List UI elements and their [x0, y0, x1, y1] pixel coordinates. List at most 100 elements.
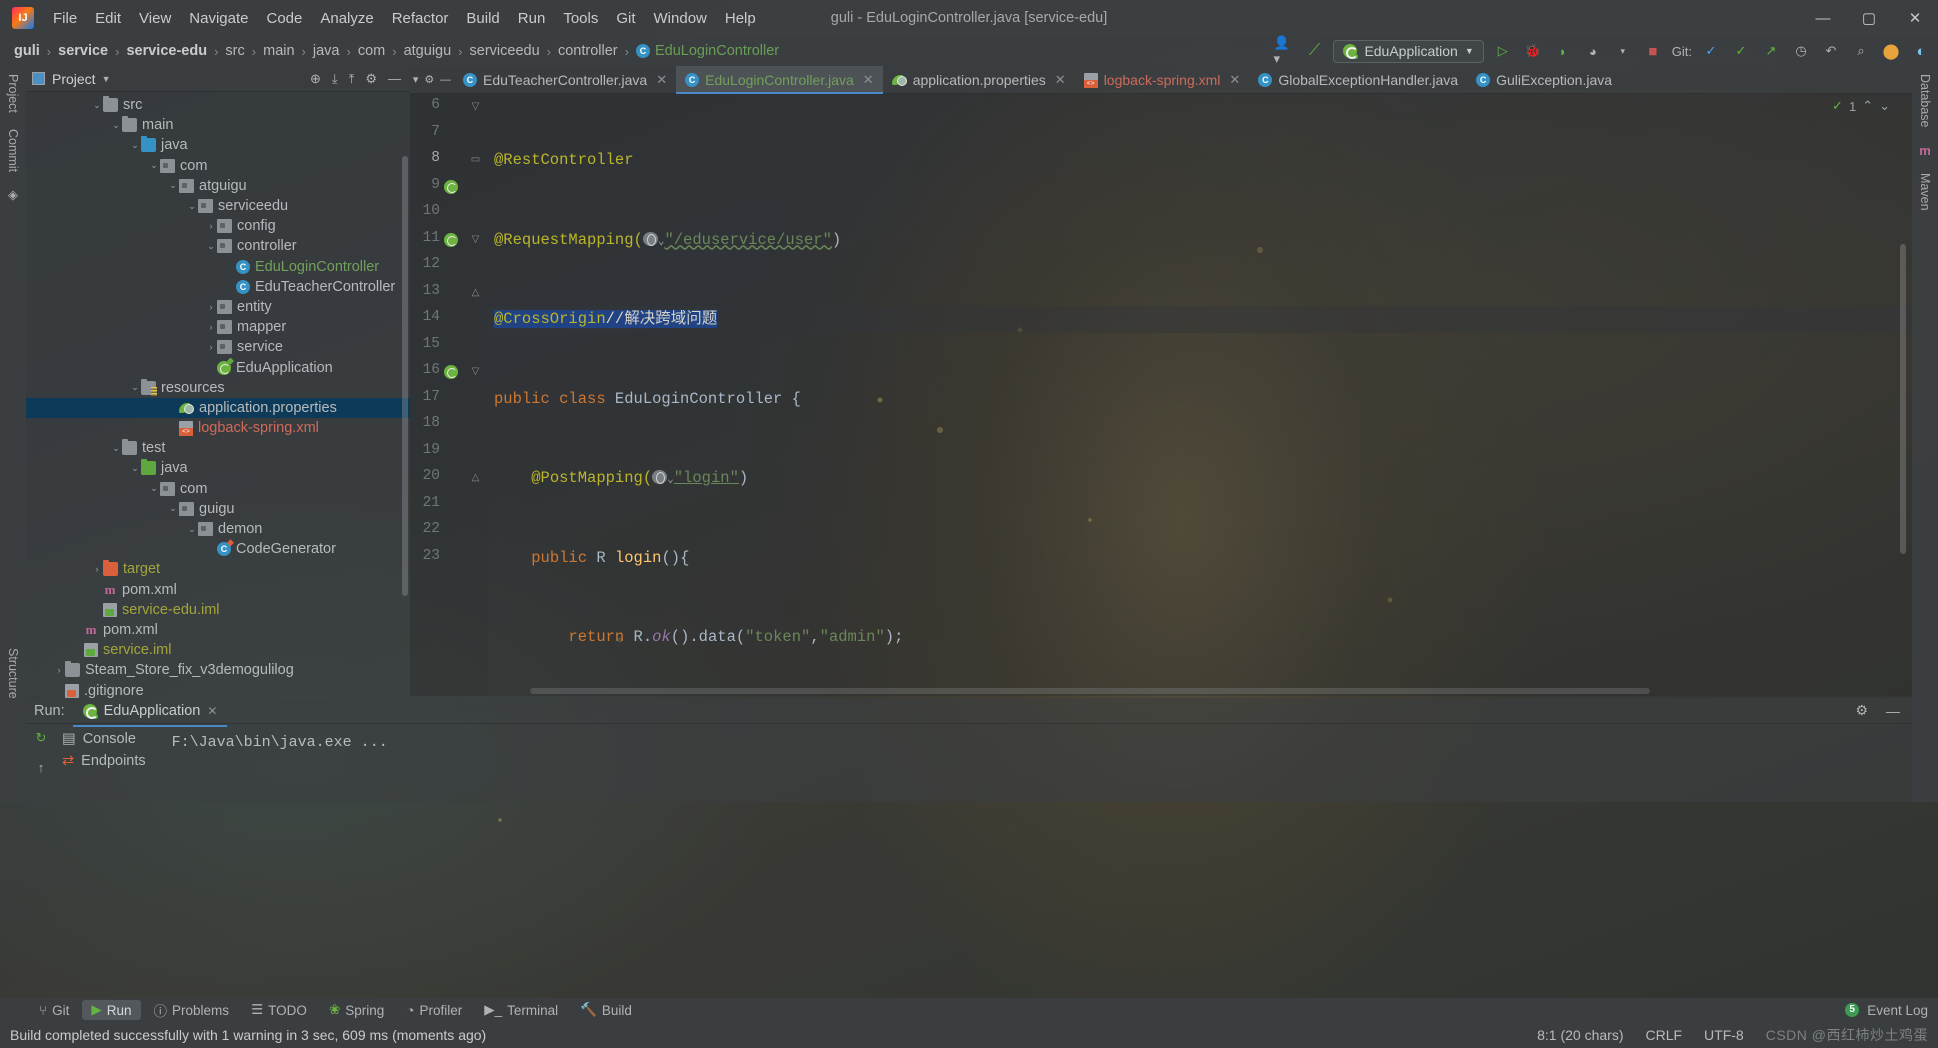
chevron-right-icon[interactable]: ›: [53, 665, 65, 675]
code-editor[interactable]: 6 ▽ 7 8 ▭ 9 10 11 ▽ 12 13 △ 14 15 16 ▽ 17 18 19 20 △ 21 22 23 @…: [410, 94, 1912, 696]
menu-code[interactable]: Code: [257, 7, 311, 30]
chevron-down-icon[interactable]: ⌄: [186, 524, 198, 535]
tree-item-demon[interactable]: ⌄ demon: [26, 519, 410, 539]
breadcrumb-atguigu[interactable]: atguigu: [404, 43, 452, 59]
caret-position[interactable]: 8:1 (20 chars): [1537, 1027, 1623, 1043]
bottom-button-git[interactable]: ⑂ Git: [30, 1001, 78, 1020]
close-icon[interactable]: ✕: [1229, 72, 1240, 88]
gutter-line-9[interactable]: 9: [410, 174, 488, 201]
next-problem-icon[interactable]: ⌄: [1879, 98, 1890, 114]
gutter-line-13[interactable]: 13 △: [410, 280, 488, 307]
collapse-all-icon[interactable]: ⤒: [349, 71, 355, 87]
bottom-button-build[interactable]: 🔨 Build: [571, 1000, 641, 1020]
breadcrumb-serviceedu[interactable]: serviceedu: [470, 43, 540, 59]
tab-list-icon[interactable]: ▾: [413, 73, 419, 86]
menu-navigate[interactable]: Navigate: [180, 7, 257, 30]
hide-icon[interactable]: —: [388, 71, 401, 86]
tree-item-main[interactable]: ⌄ main: [26, 115, 410, 135]
code-fold-icon[interactable]: ▽: [470, 367, 481, 378]
bottom-button-profiler[interactable]: ◔ Profiler: [397, 1001, 471, 1020]
updates-icon[interactable]: ⬤: [1880, 40, 1902, 62]
chevron-down-icon[interactable]: ⌄: [667, 474, 674, 486]
project-tree[interactable]: ⌄ src ⌄ main ⌄ java ⌄ com ⌄ atguigu ⌄ serviceedu › co…: [26, 92, 410, 719]
breadcrumb-guli[interactable]: guli: [14, 43, 40, 59]
run-with-coverage-icon[interactable]: ◗: [1552, 40, 1574, 62]
code-fold-icon[interactable]: ▽: [470, 234, 481, 246]
gutter-line-19[interactable]: 19: [410, 439, 488, 466]
editor-tab-eduteachercontroller-java[interactable]: C EduTeacherController.java ✕: [454, 66, 676, 93]
chevron-right-icon[interactable]: ›: [205, 302, 217, 312]
run-gutter-icon[interactable]: [444, 179, 458, 194]
scroll-up-icon[interactable]: ↑: [38, 760, 45, 775]
bottom-button-spring[interactable]: ❀ Spring: [320, 1000, 393, 1020]
breadcrumb-com[interactable]: com: [358, 43, 385, 59]
breadcrumb-service[interactable]: service: [58, 43, 108, 59]
chevron-down-icon[interactable]: ⌄: [205, 241, 217, 252]
tree-item-service[interactable]: › service: [26, 337, 410, 357]
breadcrumb-src[interactable]: src: [225, 43, 244, 59]
tree-item-pom-xml[interactable]: ›mpom.xml: [26, 620, 410, 640]
stripe-commit[interactable]: Commit: [2, 121, 24, 180]
gutter-line-22[interactable]: 22: [410, 518, 488, 545]
stop-icon[interactable]: ■: [1642, 40, 1664, 62]
gear-icon[interactable]: ⚙: [424, 73, 434, 86]
editor-tab-guliexception-java[interactable]: C GuliException.java: [1467, 66, 1621, 93]
close-icon[interactable]: ✕: [656, 72, 667, 88]
bottom-button-todo[interactable]: ☰ TODO: [242, 1000, 316, 1020]
stripe-database[interactable]: Database: [1914, 66, 1936, 136]
search-everywhere-icon[interactable]: ⌕: [1850, 40, 1872, 62]
tree-item-java[interactable]: ⌄ java: [26, 458, 410, 478]
hide-icon[interactable]: —: [1886, 703, 1900, 719]
close-icon[interactable]: ✕: [863, 72, 874, 88]
tree-item-steam-store-fix-v3demogulilog[interactable]: › Steam_Store_fix_v3demogulilog: [26, 660, 410, 680]
chevron-right-icon[interactable]: ›: [91, 564, 103, 574]
breadcrumb-service-edu[interactable]: service-edu: [126, 43, 207, 59]
run-gutter-icon[interactable]: [444, 232, 458, 247]
tree-item-config[interactable]: › config: [26, 216, 410, 236]
tree-item-mapper[interactable]: › mapper: [26, 317, 410, 337]
tree-item-eduteachercontroller[interactable]: ›CEduTeacherController: [26, 277, 410, 297]
editor-tab-edulogincontroller-java[interactable]: C EduLoginController.java ✕: [676, 66, 883, 94]
breadcrumb-main[interactable]: main: [263, 43, 294, 59]
chevron-down-icon[interactable]: ⌄: [167, 180, 179, 191]
tree-item-edulogincontroller[interactable]: ›CEduLoginController: [26, 257, 410, 277]
hide-icon[interactable]: —: [440, 74, 451, 86]
chevron-down-icon[interactable]: ⌄: [110, 120, 122, 131]
chevron-down-icon[interactable]: ▼: [102, 74, 111, 84]
feedback-icon[interactable]: ◐: [1910, 40, 1932, 62]
tree-item-resources[interactable]: ⌄ resources: [26, 378, 410, 398]
gutter-line-10[interactable]: 10: [410, 200, 488, 227]
stripe-structure[interactable]: Structure: [2, 640, 24, 707]
menu-tools[interactable]: Tools: [554, 7, 607, 30]
minimize-button[interactable]: —: [1800, 0, 1846, 36]
tree-item-atguigu[interactable]: ⌄ atguigu: [26, 176, 410, 196]
gutter-line-23[interactable]: 23: [410, 545, 488, 572]
gutter-line-11[interactable]: 11 ▽: [410, 227, 488, 254]
tree-item-guigu[interactable]: ⌄ guigu: [26, 499, 410, 519]
tree-item-target[interactable]: › target: [26, 559, 410, 579]
tree-item-logback-spring-xml[interactable]: ›logback-spring.xml: [26, 418, 410, 438]
breadcrumb-java[interactable]: java: [313, 43, 340, 59]
gutter-line-6[interactable]: 6 ▽: [410, 94, 488, 121]
tree-item-pom-xml[interactable]: ›mpom.xml: [26, 580, 410, 600]
profiler-icon[interactable]: ◕: [1582, 40, 1604, 62]
line-separator[interactable]: CRLF: [1645, 1027, 1682, 1043]
menu-help[interactable]: Help: [716, 7, 765, 30]
chevron-down-icon[interactable]: ⌄: [91, 100, 103, 111]
run-gutter-icon[interactable]: [444, 365, 458, 379]
run-tab-eduapplication[interactable]: EduApplication ✕: [72, 701, 228, 727]
menu-refactor[interactable]: Refactor: [383, 7, 458, 30]
locate-icon[interactable]: ⊕: [310, 71, 321, 87]
history-icon[interactable]: ◷: [1790, 40, 1812, 62]
gutter-line-7[interactable]: 7: [410, 121, 488, 148]
tree-item-eduapplication[interactable]: ›EduApplication: [26, 357, 410, 377]
menu-run[interactable]: Run: [509, 7, 555, 30]
run-subtab-console[interactable]: ▤ Console: [56, 728, 158, 750]
tree-item-controller[interactable]: ⌄ controller: [26, 236, 410, 256]
tree-item-com[interactable]: ⌄ com: [26, 479, 410, 499]
bottom-button-run[interactable]: ▶ Run: [82, 1000, 141, 1020]
editor-horizontal-scrollbar[interactable]: [530, 688, 1650, 694]
code-content[interactable]: @RestController @RequestMapping(⌄"/eduse…: [488, 94, 1912, 696]
run-subtab-endpoints[interactable]: ⇄ Endpoints: [56, 750, 158, 772]
menu-git[interactable]: Git: [607, 7, 644, 30]
